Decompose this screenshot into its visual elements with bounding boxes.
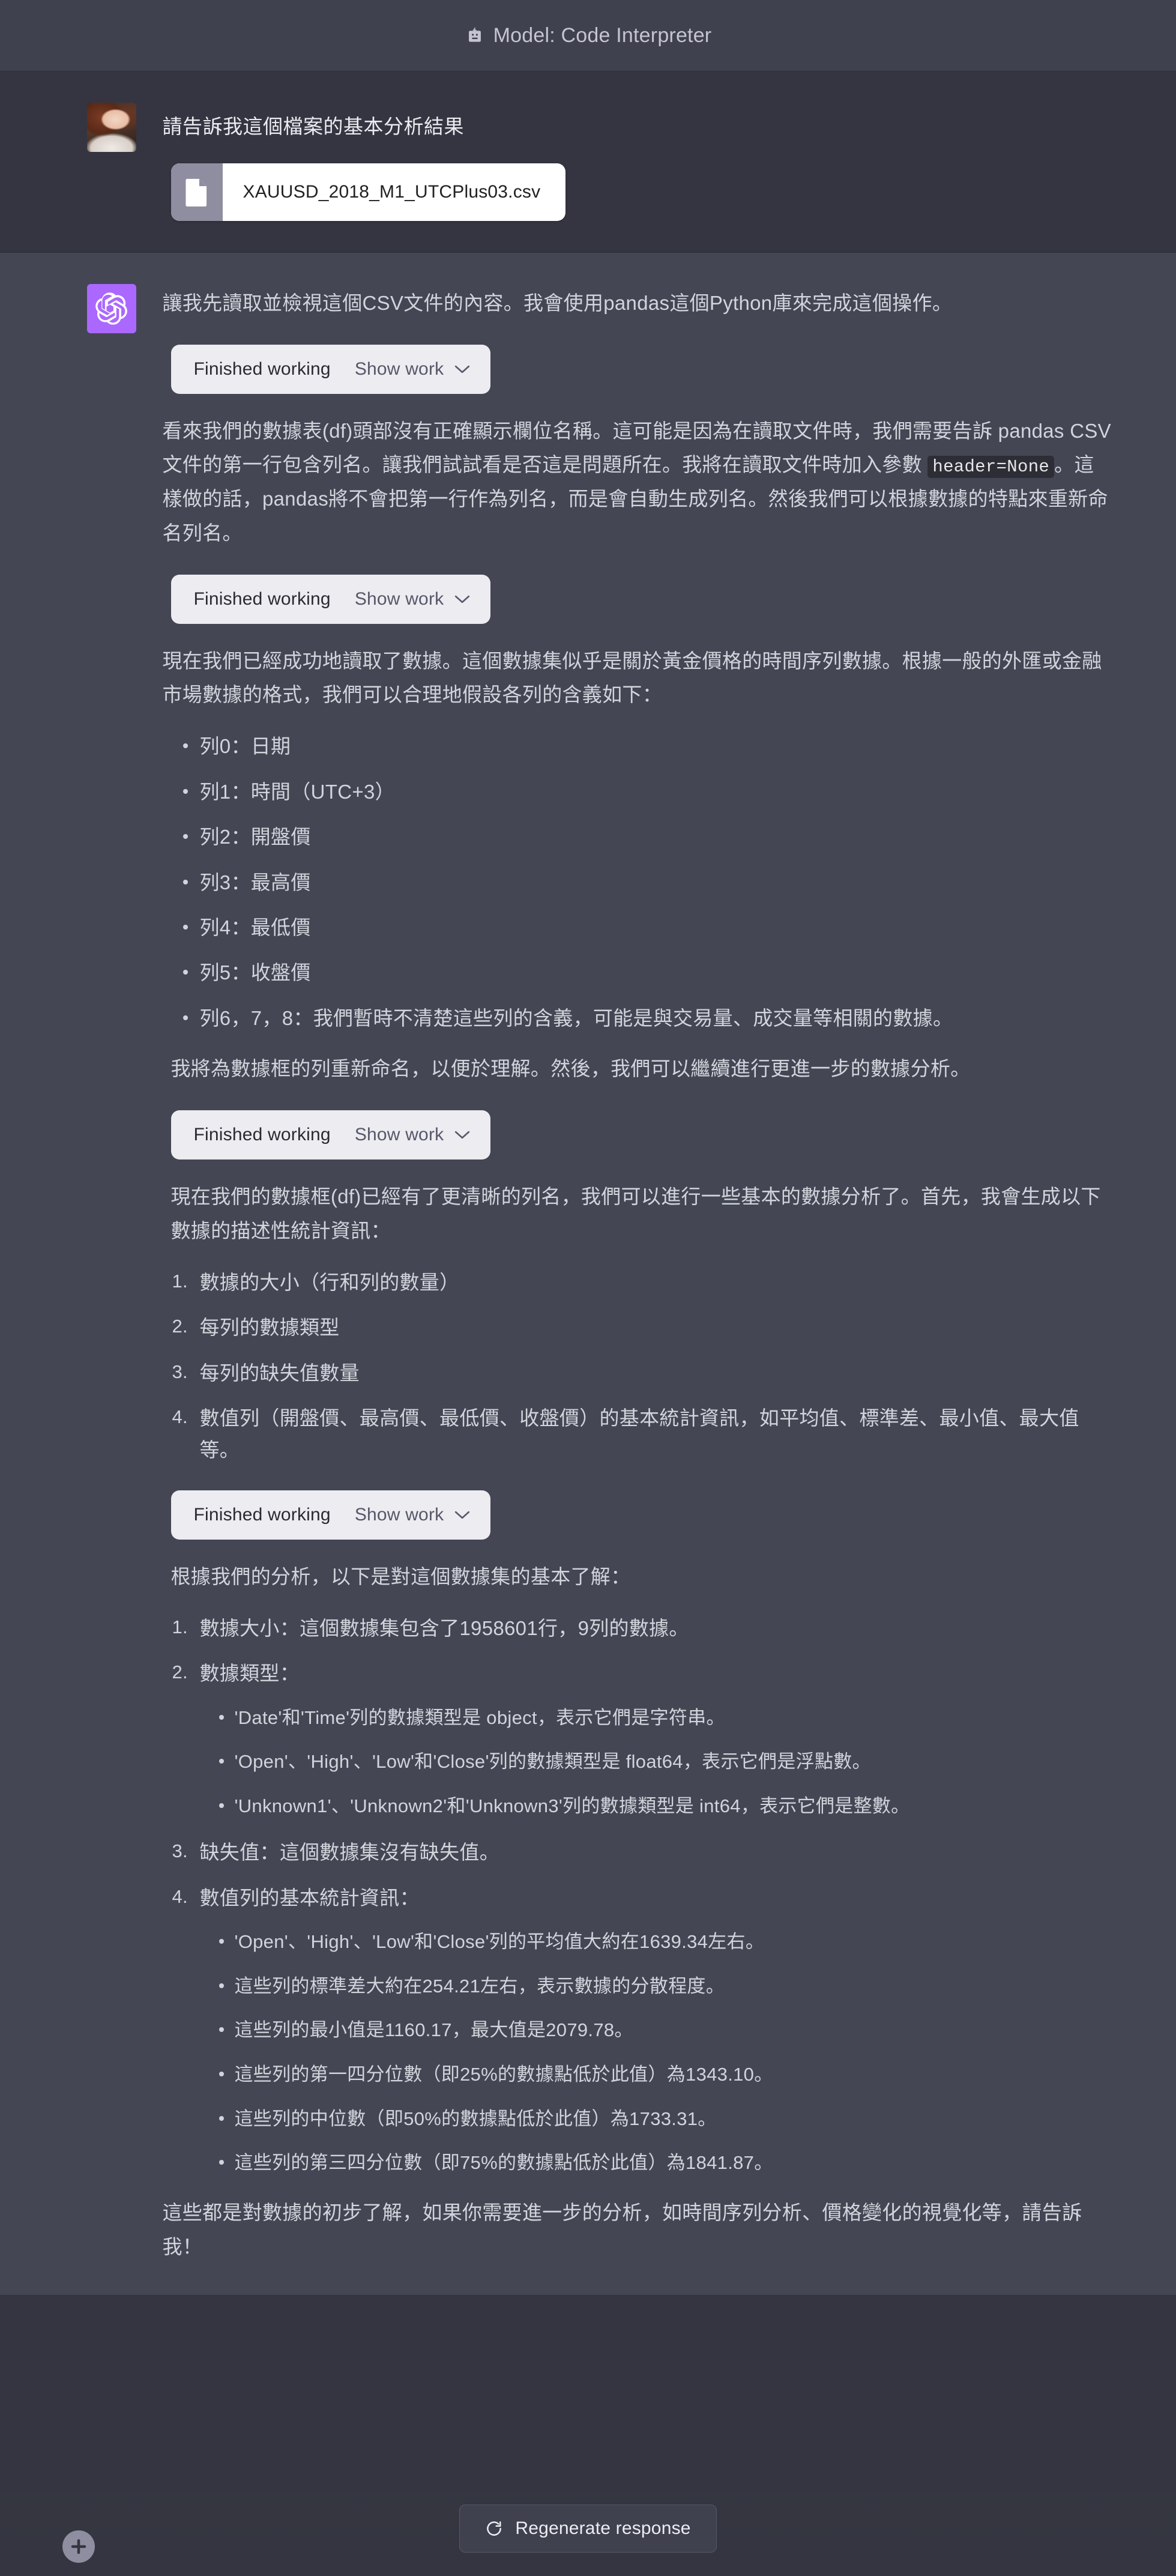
file-attachment-chip[interactable]: XAUUSD_2018_M1_UTCPlus03.csv (170, 163, 566, 221)
chevron-down-icon (455, 1131, 470, 1139)
column-bullet-list: 列0：日期 列1：時間（UTC+3） 列2：開盤價 列3：最高價 列4：最低價 … (163, 730, 1114, 1034)
results-intro-paragraph: 根據我們的分析，以下是對這個數據集的基本了解： (170, 1565, 631, 1588)
list-item: 這些列的第一四分位數（即25%的數據點低於此值）為1343.10。 (219, 2060, 1114, 2090)
regenerate-response-label: Regenerate response (515, 2518, 691, 2538)
result-label: 數據類型： (199, 1662, 300, 1685)
assistant-avatar (86, 283, 136, 333)
show-work-label: Show work (354, 1125, 444, 1145)
regenerate-response-button[interactable]: Regenerate response (459, 2505, 717, 2553)
work-block-4[interactable]: Finished working Show work (170, 1490, 491, 1540)
show-work-toggle[interactable]: Show work (355, 1505, 471, 1525)
show-work-label: Show work (354, 1504, 444, 1525)
work-block-2[interactable]: Finished working Show work (170, 574, 491, 624)
show-work-toggle[interactable]: Show work (355, 359, 471, 379)
columns-intro-paragraph: 現在我們已經成功地讀取了數據。這個數據集似乎是關於黃金價格的時間序列數據。根據一… (162, 649, 1102, 706)
results-list: 數據大小：這個數據集包含了1958601行，9列的數據。 數據類型： 'Date… (163, 1612, 1114, 2178)
list-item: 列3：最高價 (182, 866, 1114, 898)
user-message-text: 請告訴我這個檔案的基本分析結果 (162, 115, 464, 138)
list-item: 這些列的中位數（即50%的數據點低於此值）為1733.31。 (219, 2104, 1114, 2134)
list-item: 數據類型： 'Date'和'Time'列的數據類型是 object，表示它們是字… (172, 1657, 1114, 1821)
model-header: Model: Code Interpreter (0, 0, 1176, 71)
stats-intro-paragraph: 現在我們的數據框(df)已經有了更清晰的列名，我們可以進行一些基本的數據分析了。… (170, 1185, 1101, 1242)
list-item: 每列的缺失值數量 (172, 1357, 360, 1388)
header-none-code: header=None (927, 456, 1055, 479)
show-work-toggle[interactable]: Show work (355, 1125, 471, 1145)
list-item: 每列的數據類型 (172, 1311, 340, 1342)
plus-icon (71, 2539, 86, 2554)
list-item: 這些列的標準差大約在254.21左右，表示數據的分散程度。 (219, 1971, 1114, 2001)
list-item: 列5：收盤價 (182, 957, 1114, 988)
chevron-down-icon (455, 365, 470, 373)
assistant-message-row: 讓我先讀取並檢視這個CSV文件的內容。我會使用pandas這個Python庫來完… (0, 252, 1176, 2296)
stats-plan-list: 數據的大小（行和列的數量） 每列的數據類型 每列的缺失值數量 數值列（開盤價、最… (163, 1266, 1114, 1466)
user-message-row: 請告訴我這個檔案的基本分析結果 XAUUSD_2018_M1_UTCPlus03… (0, 71, 1176, 252)
work-block-1[interactable]: Finished working Show work (170, 344, 491, 394)
work-block-3[interactable]: Finished working Show work (170, 1110, 491, 1160)
chevron-down-icon (455, 595, 470, 603)
openai-logo-icon (95, 292, 128, 325)
show-work-label: Show work (354, 588, 444, 609)
file-icon (170, 163, 223, 221)
list-item: 缺失值：這個數據集沒有缺失值。 (172, 1836, 1114, 1868)
work-status-label: Finished working (193, 1504, 331, 1525)
list-item: 數值列的基本統計資訊： 'Open'、'High'、'Low'和'Close'列… (172, 1882, 1114, 2178)
list-item: 數值列（開盤價、最高價、最低價、收盤價）的基本統計資訊，如平均值、標準差、最小值… (172, 1402, 1079, 1462)
refresh-icon (487, 2521, 502, 2536)
user-message-body: 請告訴我這個檔案的基本分析結果 XAUUSD_2018_M1_UTCPlus03… (163, 103, 1114, 221)
list-item: 列0：日期 (182, 730, 1114, 762)
code-interpreter-icon (465, 25, 485, 46)
add-button[interactable] (62, 2530, 95, 2563)
work-status-label: Finished working (193, 1125, 331, 1145)
result-label: 數值列的基本統計資訊： (199, 1886, 420, 1909)
list-item: 列4：最低價 (182, 912, 1114, 943)
list-item: 數據的大小（行和列的數量） (172, 1266, 460, 1297)
list-item: 這些列的第三四分位數（即75%的數據點低於此值）為1841.87。 (219, 2148, 1114, 2178)
chatgpt-conversation-page: Model: Code Interpreter 請告訴我這個檔案的基本分析結果 … (0, 0, 1176, 2576)
show-work-toggle[interactable]: Show work (355, 589, 471, 609)
user-avatar (86, 103, 136, 152)
result-sub-list: 'Date'和'Time'列的數據類型是 object，表示它們是字符串。 'O… (200, 1703, 1114, 1821)
assistant-intro-paragraph: 讓我先讀取並檢視這個CSV文件的內容。我會使用pandas這個Python庫來完… (162, 291, 953, 314)
chevron-down-icon (455, 1511, 470, 1519)
show-work-label: Show work (354, 358, 444, 379)
list-item: 列2：開盤價 (182, 821, 1114, 853)
list-item: 'Open'、'High'、'Low'和'Close'列的數據類型是 float… (219, 1747, 1114, 1777)
assistant-message-body: 讓我先讀取並檢視這個CSV文件的內容。我會使用pandas這個Python庫來完… (163, 284, 1114, 2264)
list-item: 列1：時間（UTC+3） (182, 776, 1114, 808)
list-item: 數據大小：這個數據集包含了1958601行，9列的數據。 (172, 1612, 1114, 1644)
list-item: 列6，7，8：我們暫時不清楚這些列的含義，可能是與交易量、成交量等相關的數據。 (182, 1002, 1114, 1034)
work-status-label: Finished working (193, 588, 331, 609)
rename-paragraph: 我將為數據框的列重新命名，以便於理解。然後，我們可以繼續進行更進一步的數據分析。 (170, 1057, 971, 1080)
header-none-paragraph: 看來我們的數據表(df)頭部沒有正確顯示欄位名稱。這可能是因為在讀取文件時，我們… (163, 414, 1114, 551)
list-item: 'Unknown1'、'Unknown2'和'Unknown3'列的數據類型是 … (219, 1791, 1114, 1821)
work-status-label: Finished working (193, 358, 331, 379)
list-item: 'Open'、'High'、'Low'和'Close'列的平均值大約在1639.… (219, 1927, 1114, 1957)
result-label: 缺失值：這個數據集沒有缺失值。 (199, 1841, 499, 1864)
result-label: 數據大小：這個數據集包含了1958601行，9列的數據。 (199, 1616, 689, 1639)
list-item: 這些列的最小值是1160.17，最大值是2079.78。 (219, 2015, 1114, 2045)
model-title: Model: Code Interpreter (493, 23, 712, 47)
file-attachment-name: XAUUSD_2018_M1_UTCPlus03.csv (243, 181, 541, 202)
result-sub-list: 'Open'、'High'、'Low'和'Close'列的平均值大約在1639.… (200, 1927, 1114, 2178)
list-item: 'Date'和'Time'列的數據類型是 object，表示它們是字符串。 (219, 1703, 1114, 1733)
closing-paragraph: 這些都是對數據的初步了解，如果你需要進一步的分析，如時間序列分析、價格變化的視覺… (162, 2201, 1082, 2258)
composer-footer: Regenerate response (0, 2486, 1176, 2576)
